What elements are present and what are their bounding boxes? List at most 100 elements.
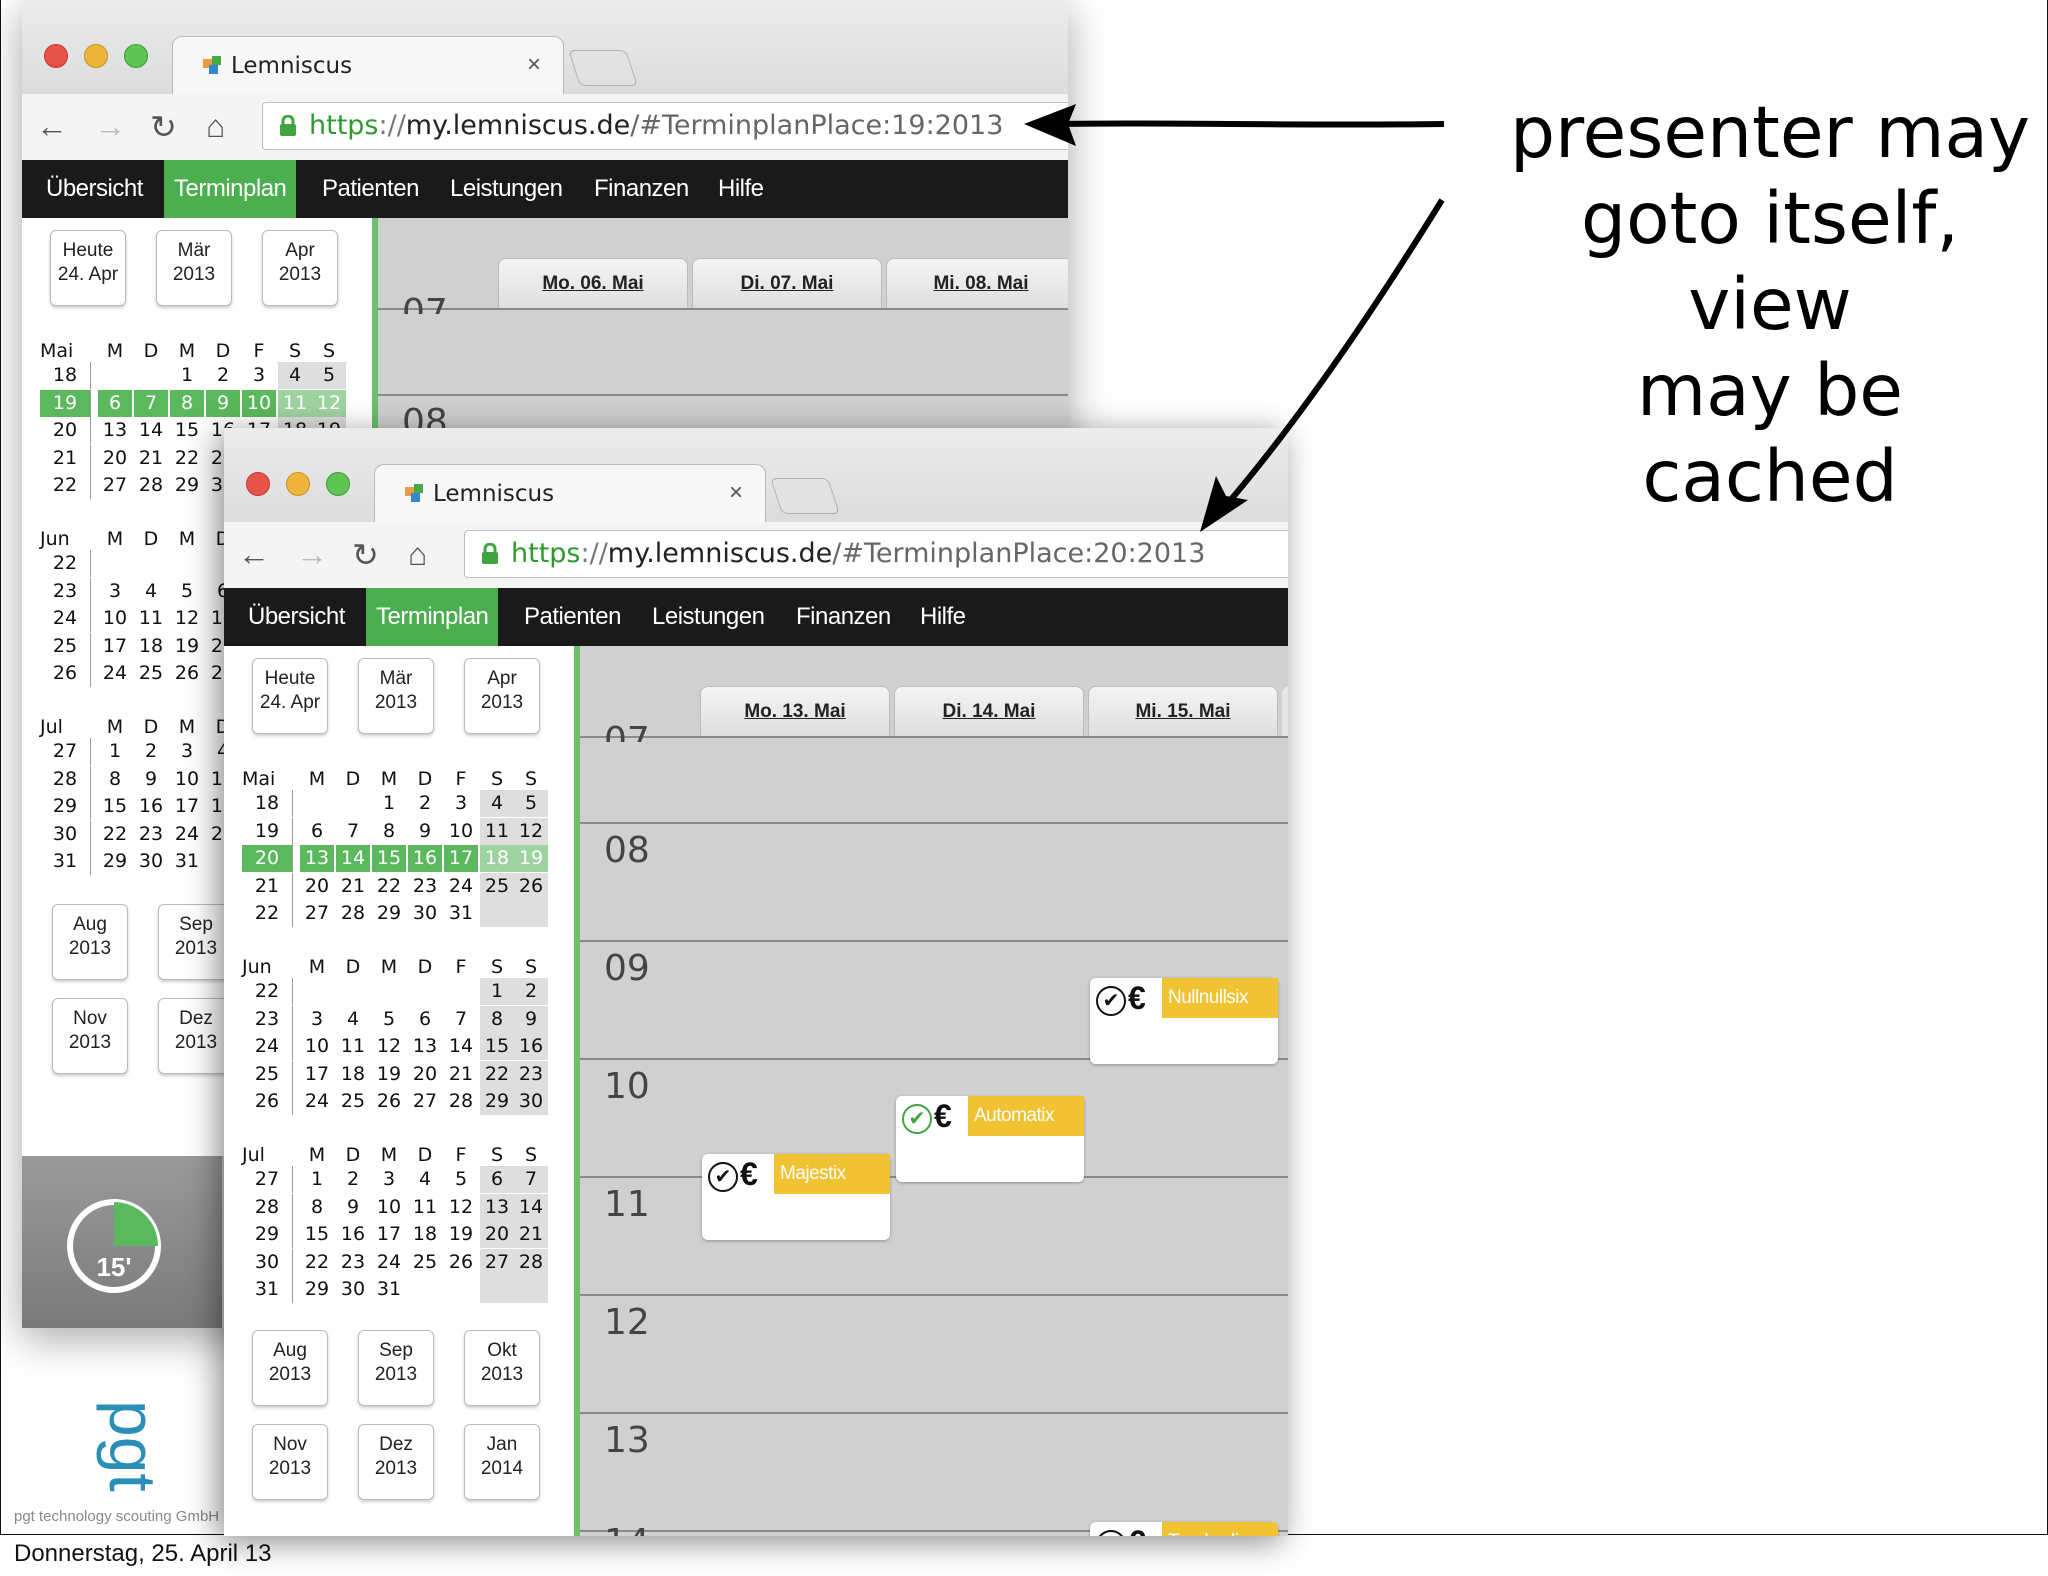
calendar-day[interactable]: 25 — [134, 660, 168, 687]
month-button-apr[interactable]: Apr 2013 — [262, 230, 338, 306]
calendar-day[interactable]: 2 — [336, 1166, 370, 1193]
calendar-week-row[interactable]: 24 10111213141516 — [242, 1033, 572, 1061]
calendar-day[interactable]: 4 — [278, 362, 312, 389]
calendar-week-row[interactable]: 30 22232425262728 — [242, 1248, 572, 1277]
calendar-day[interactable]: 20 — [300, 873, 334, 900]
calendar-day[interactable]: 11 — [336, 1033, 370, 1060]
calendar-day[interactable]: 17 — [170, 793, 204, 820]
calendar-day[interactable]: 10 — [372, 1194, 406, 1221]
calendar-day[interactable]: 21 — [444, 1061, 478, 1088]
calendar-day[interactable] — [408, 978, 442, 1005]
calendar-day[interactable]: 22 — [372, 873, 406, 900]
calendar-day[interactable]: 28 — [514, 1248, 548, 1276]
calendar-day[interactable]: 6 — [480, 1166, 514, 1193]
day-tab-thu[interactable] — [1282, 686, 1288, 736]
calendar-day[interactable]: 6 — [300, 818, 334, 845]
check-icon[interactable]: ✔ — [708, 1162, 738, 1192]
month-button-nov[interactable]: Nov 2013 — [252, 1424, 328, 1500]
calendar-day[interactable]: 5 — [372, 1006, 406, 1033]
calendar-day[interactable]: 17 — [98, 633, 132, 660]
minimize-window-button[interactable] — [84, 44, 108, 68]
calendar-week-row[interactable]: 23 3456789 — [242, 1005, 572, 1034]
calendar-day[interactable]: 9 — [134, 766, 168, 793]
menu-hilfe[interactable]: Hilfe — [708, 160, 774, 218]
back-arrow-icon[interactable]: ← — [238, 536, 270, 573]
calendar-day[interactable]: 15 — [98, 793, 132, 820]
month-button-sep[interactable]: Sep 2013 — [158, 904, 234, 980]
day-tab-mon[interactable]: Mo. 13. Mai — [700, 686, 890, 737]
calendar-day[interactable]: 10 — [300, 1033, 334, 1060]
calendar-day[interactable] — [444, 1276, 478, 1303]
calendar-day[interactable]: 22 — [98, 821, 132, 848]
calendar-day[interactable]: 21 — [514, 1221, 548, 1248]
tab-close-icon[interactable]: × — [527, 51, 541, 79]
calendar-day[interactable]: 3 — [242, 362, 276, 389]
menu-patienten[interactable]: Patienten — [312, 160, 429, 218]
calendar-day[interactable] — [134, 362, 168, 389]
calendar-day[interactable] — [300, 978, 334, 1005]
calendar-day[interactable]: 9 — [206, 389, 240, 417]
calendar-day[interactable]: 3 — [372, 1166, 406, 1193]
calendar-day[interactable]: 19 — [372, 1061, 406, 1088]
calendar-day[interactable]: 4 — [134, 578, 168, 605]
close-window-button[interactable] — [44, 44, 68, 68]
calendar-day[interactable]: 16 — [408, 845, 442, 872]
calendar-day[interactable] — [336, 978, 370, 1005]
calendar-day[interactable]: 5 — [514, 790, 548, 817]
calendar-day[interactable] — [98, 362, 132, 389]
calendar-week-row[interactable]: 2120212223242526 — [242, 872, 572, 901]
calendar-day[interactable] — [480, 900, 514, 927]
calendar-day[interactable]: 30 — [336, 1276, 370, 1303]
appointment-majestix[interactable]: ✔ € Majestix — [702, 1154, 890, 1240]
calendar-day[interactable]: 28 — [444, 1088, 478, 1115]
menu-uebersicht[interactable]: Übersicht — [36, 160, 153, 218]
calendar-day[interactable]: 3 — [170, 738, 204, 765]
calendar-day[interactable]: 26 — [372, 1088, 406, 1115]
calendar-day[interactable]: 1 — [480, 978, 514, 1005]
month-button-jan[interactable]: Jan 2014 — [464, 1424, 540, 1500]
calendar-day[interactable]: 27 — [300, 900, 334, 927]
calendar-day[interactable]: 31 — [444, 900, 478, 927]
calendar-day[interactable]: 24 — [444, 873, 478, 900]
calendar-day[interactable]: 12 — [170, 605, 204, 632]
url-field[interactable]: https://my.lemniscus.de/#TerminplanPlace… — [262, 102, 1068, 150]
calendar-day[interactable]: 2 — [134, 738, 168, 765]
calendar-day[interactable]: 23 — [336, 1249, 370, 1276]
reload-icon[interactable]: ↻ — [352, 536, 379, 574]
calendar-day[interactable] — [514, 1276, 548, 1303]
calendar-day[interactable]: 29 — [480, 1088, 514, 1115]
month-button-sep[interactable]: Sep 2013 — [358, 1330, 434, 1406]
calendar-week-row[interactable]: 27 1234567 — [242, 1166, 572, 1194]
menu-finanzen[interactable]: Finanzen — [584, 160, 699, 218]
calendar-day[interactable]: 28 — [336, 900, 370, 927]
calendar-day[interactable] — [408, 1276, 442, 1303]
calendar-day[interactable]: 25 — [336, 1088, 370, 1115]
calendar-day[interactable]: 27 — [98, 472, 132, 499]
calendar-day[interactable]: 13 — [408, 1033, 442, 1060]
calendar-day[interactable]: 24 — [372, 1249, 406, 1276]
calendar-day[interactable]: 25 — [408, 1249, 442, 1276]
browser-tab[interactable]: Lemniscus × — [374, 464, 766, 523]
calendar-day[interactable]: 1 — [170, 362, 204, 389]
calendar-day[interactable]: 28 — [134, 472, 168, 499]
calendar-day[interactable]: 2 — [408, 790, 442, 817]
calendar-day[interactable]: 19 — [514, 845, 548, 872]
calendar-day[interactable]: 8 — [300, 1194, 334, 1221]
calendar-day[interactable]: 2 — [206, 362, 240, 389]
day-tab-tue[interactable]: Di. 14. Mai — [894, 686, 1084, 737]
check-icon[interactable]: ✔ — [902, 1104, 932, 1134]
calendar-day[interactable]: 30 — [408, 900, 442, 927]
calendar-day[interactable]: 15 — [170, 417, 204, 444]
calendar-day[interactable]: 22 — [300, 1249, 334, 1276]
calendar-day[interactable]: 8 — [98, 766, 132, 793]
euro-icon[interactable]: € — [1128, 980, 1146, 1017]
month-button-nov[interactable]: Nov 2013 — [52, 998, 128, 1074]
zoom-window-button[interactable] — [124, 44, 148, 68]
calendar-day[interactable]: 7 — [514, 1166, 548, 1193]
calendar-day[interactable]: 11 — [278, 389, 312, 417]
calendar-day[interactable]: 12 — [444, 1194, 478, 1221]
day-tab-wed[interactable]: Mi. 08. Mai — [886, 258, 1068, 309]
calendar-day[interactable]: 8 — [170, 389, 204, 417]
calendar-day[interactable]: 7 — [444, 1006, 478, 1033]
menu-leistungen[interactable]: Leistungen — [440, 160, 572, 218]
